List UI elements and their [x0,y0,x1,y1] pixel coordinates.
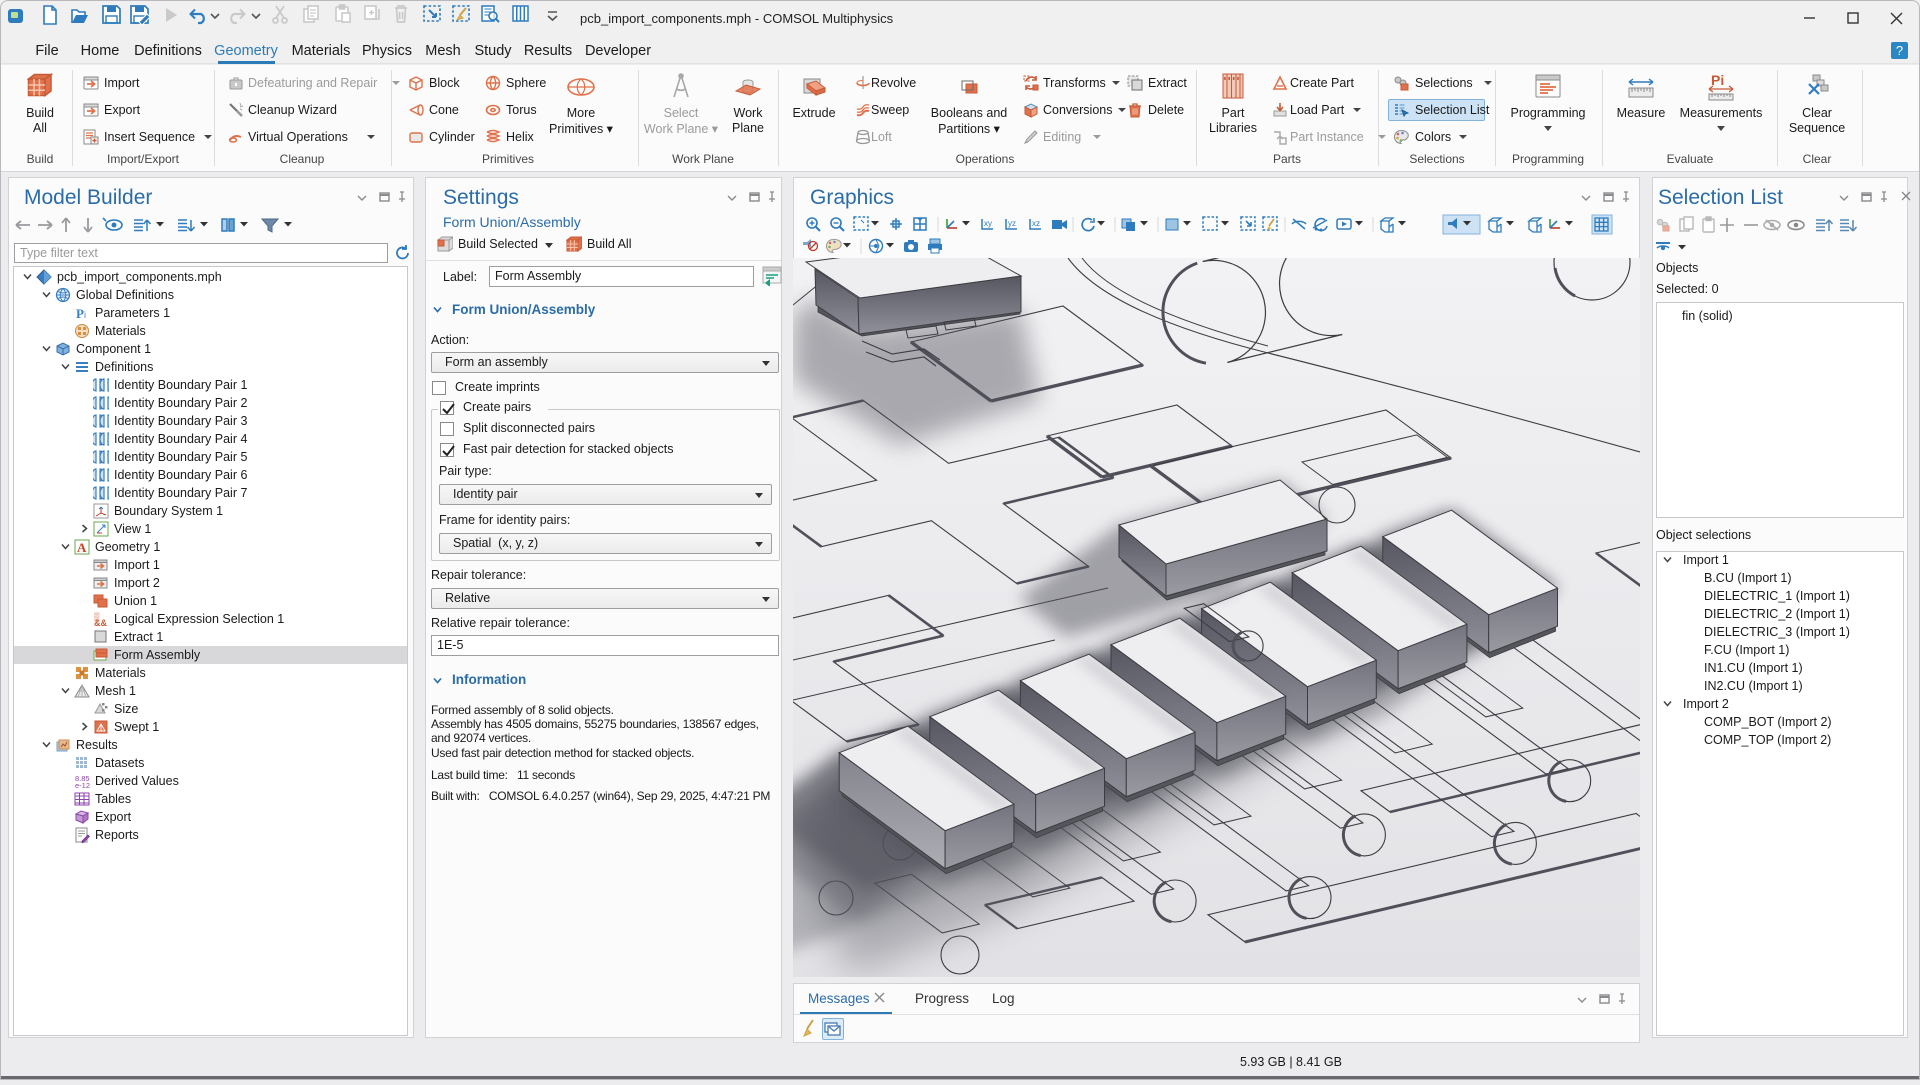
svg-text:xy: xy [984,219,992,228]
svg-text:yz: yz [1008,219,1016,228]
svg-text:xz: xz [1032,219,1040,228]
